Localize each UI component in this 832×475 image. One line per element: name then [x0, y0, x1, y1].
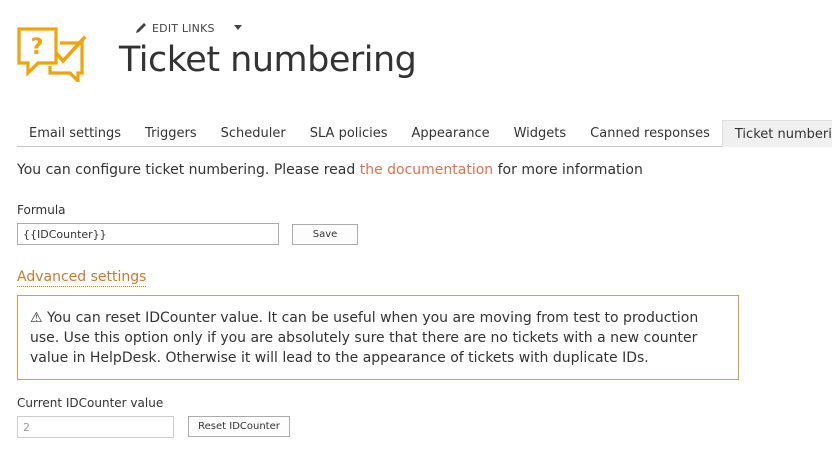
counter-input: [17, 416, 174, 438]
pencil-icon: [136, 23, 146, 33]
intro-prefix: You can configure ticket numbering. Plea…: [17, 162, 360, 178]
tab-canned-responses[interactable]: Canned responses: [578, 120, 722, 146]
settings-tabs: Email settings Triggers Scheduler SLA po…: [17, 120, 832, 147]
tab-ticket-numbering[interactable]: Ticket numbering: [721, 120, 832, 147]
edit-links-button[interactable]: EDIT LINKS: [134, 20, 243, 36]
reset-idcounter-button[interactable]: Reset IDCounter: [188, 416, 290, 437]
warning-box: ⚠ You can reset IDCounter value. It can …: [17, 295, 739, 380]
formula-label: Formula: [17, 203, 66, 217]
save-button[interactable]: Save: [292, 224, 358, 245]
helpdesk-logo-icon: ?: [17, 27, 87, 82]
tab-email-settings[interactable]: Email settings: [17, 120, 133, 146]
tab-widgets[interactable]: Widgets: [502, 120, 579, 146]
tab-scheduler[interactable]: Scheduler: [209, 120, 298, 146]
intro-suffix: for more information: [493, 162, 643, 178]
tab-triggers[interactable]: Triggers: [133, 120, 209, 146]
edit-links-label: EDIT LINKS: [152, 21, 215, 35]
chevron-down-icon[interactable]: [233, 24, 243, 32]
tab-appearance[interactable]: Appearance: [400, 120, 502, 146]
tab-sla-policies[interactable]: SLA policies: [298, 120, 400, 146]
svg-text:?: ?: [31, 35, 44, 60]
counter-label: Current IDCounter value: [17, 396, 164, 410]
page-title: Ticket numbering: [119, 40, 417, 80]
advanced-settings-toggle[interactable]: Advanced settings: [17, 268, 147, 287]
formula-input[interactable]: [17, 223, 279, 245]
documentation-link[interactable]: the documentation: [360, 162, 493, 178]
intro-text: You can configure ticket numbering. Plea…: [17, 162, 643, 178]
warning-text: ⚠ You can reset IDCounter value. It can …: [30, 310, 699, 366]
